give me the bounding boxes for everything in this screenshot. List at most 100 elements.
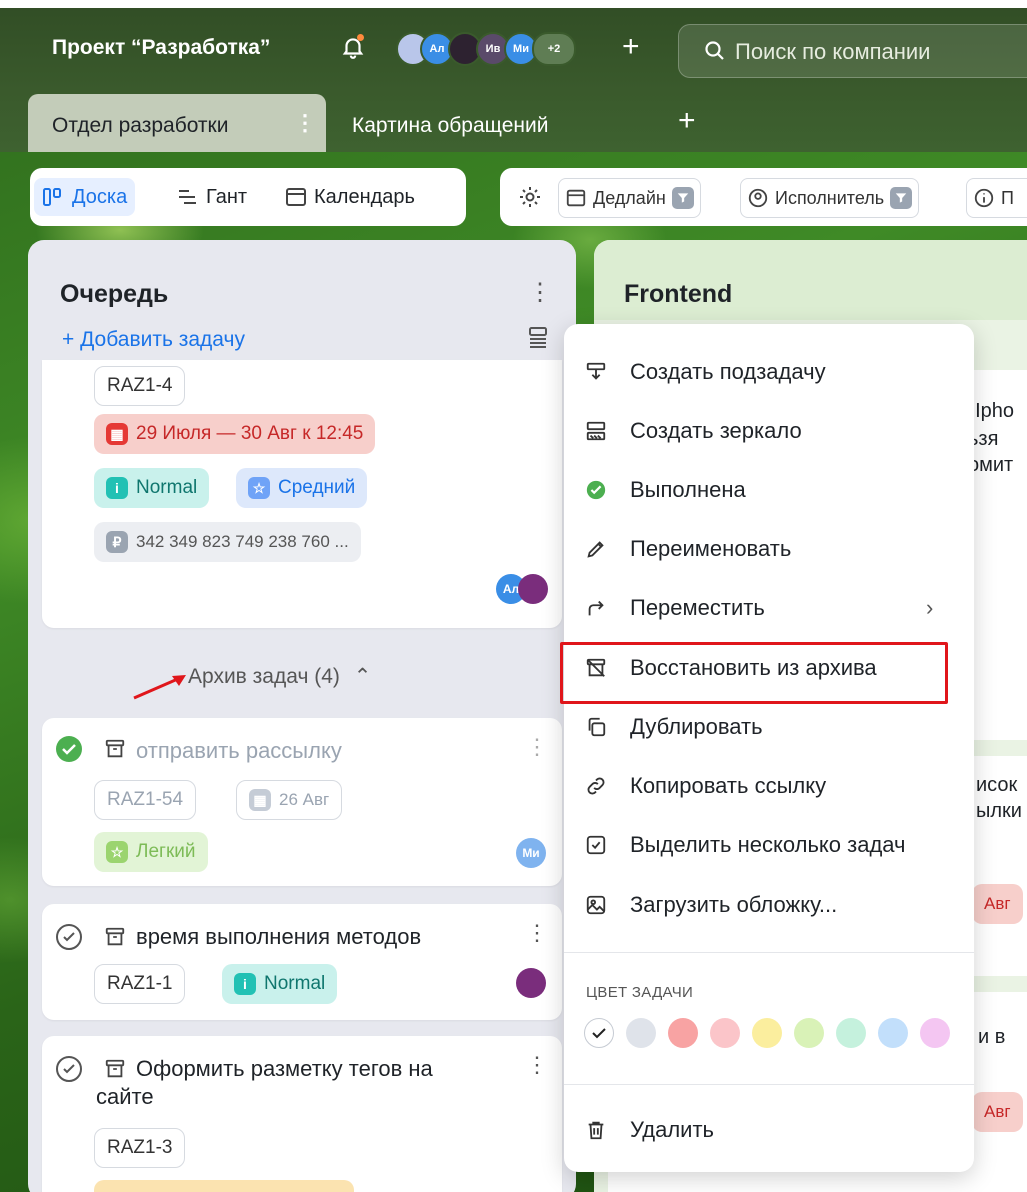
color-swatch-none[interactable] (584, 1018, 614, 1048)
assignee-filter[interactable]: Исполнитель (740, 178, 920, 218)
assignee-avatar[interactable] (516, 968, 546, 998)
menu-item-create-mirror[interactable]: Создать зеркало (564, 405, 974, 457)
tab-requests-overview[interactable]: Картина обращений (352, 114, 548, 138)
calendar-icon: ▦ (106, 423, 128, 445)
difficulty-badge: ☆ Средний (236, 468, 368, 508)
add-member-button[interactable]: + (622, 30, 640, 64)
menu-item-label: Создать подзадачу (630, 359, 826, 384)
view-gantt-label: Гант (206, 185, 248, 208)
task-text: исок (976, 774, 1018, 796)
task-color-title: ЦВЕТ ЗАДАЧИ (586, 984, 694, 1001)
color-swatch[interactable] (794, 1018, 824, 1048)
difficulty-text: Легкий (136, 841, 196, 862)
info-icon: i (234, 973, 256, 995)
page: Проект “Разработка” Ал Ив Ми +2 + Отдел … (0, 0, 1027, 1192)
project-title[interactable]: Проект “Разработка” (52, 36, 270, 60)
color-swatch[interactable] (878, 1018, 908, 1048)
archived-task-card[interactable]: отправить рассылку ⋮ RAZ1-54 ▦ 26 Авг ☆ … (42, 718, 562, 886)
menu-item-create-subtask[interactable]: Создать подзадачу (564, 346, 974, 398)
task-card[interactable]: RAZ1-4 ▦ 29 Июля — 30 Авг к 12:45 i Norm… (42, 360, 562, 628)
menu-item-mark-done[interactable]: Выполнена (564, 464, 974, 516)
chevron-right-icon: › (926, 595, 934, 620)
menu-item-upload-cover[interactable]: Загрузить обложку... (564, 879, 974, 931)
tab-dev-department[interactable]: Отдел разработки ⋮ (28, 94, 326, 152)
task-title[interactable]: отправить рассылку (136, 738, 342, 764)
task-title-line1[interactable]: Оформить разметку тегов на (136, 1056, 433, 1082)
task-menu-icon[interactable]: ⋮ (526, 920, 548, 946)
deadline-badge: ▦ 26 Авг (236, 780, 343, 820)
task-title[interactable]: время выполнения методов (136, 924, 421, 950)
archive-toggle[interactable]: Архив задач (4) ⌃ (188, 664, 371, 689)
top-bar: Проект “Разработка” Ал Ив Ми +2 + Отдел … (0, 0, 1027, 152)
link-icon (584, 774, 608, 798)
board-icon (43, 188, 61, 206)
menu-item-label: Переименовать (630, 536, 792, 561)
task-context-menu: Создать подзадачу Создать зеркало Выполн… (560, 324, 974, 1172)
check-circle-icon[interactable] (56, 1056, 82, 1082)
search-box[interactable] (678, 24, 1027, 78)
color-swatch[interactable] (626, 1018, 656, 1048)
color-swatch[interactable] (752, 1018, 782, 1048)
image-icon (584, 893, 608, 917)
archived-task-card[interactable]: Оформить разметку тегов на сайте ⋮ RAZ1-… (42, 1036, 562, 1192)
view-calendar-button[interactable]: Календарь (284, 178, 415, 216)
calendar-icon (566, 189, 586, 207)
task-text: омит (968, 454, 1014, 476)
priority-filter[interactable]: П (966, 178, 1027, 218)
color-swatch[interactable] (836, 1018, 866, 1048)
difficulty-badge: ☆ Легкий (94, 832, 208, 872)
column-menu-icon[interactable]: ⋮ (528, 278, 552, 307)
check-circle-icon (584, 478, 608, 502)
column-queue: Очередь ⋮ + Добавить задачу RAZ1-4 ▦ 29 … (28, 240, 576, 1192)
menu-item-copy-link[interactable]: Копировать ссылку (564, 760, 974, 812)
menu-item-label: Выделить несколько задач (630, 832, 906, 857)
menu-item-move[interactable]: Переместить › (564, 582, 974, 634)
deadline-badge (94, 1180, 354, 1192)
check-circle-icon[interactable] (56, 924, 82, 950)
archive-icon (105, 1059, 125, 1078)
menu-item-rename[interactable]: Переименовать (564, 523, 974, 575)
assignee-avatar[interactable] (518, 574, 548, 604)
tab-menu-icon[interactable]: ⋮ (294, 110, 316, 136)
view-board-label: Доска (72, 185, 128, 208)
menu-item-label: Дублировать (630, 714, 763, 739)
user-circle-icon (748, 188, 768, 208)
deadline-badge: Авг (972, 884, 1023, 924)
settings-icon[interactable] (518, 185, 542, 209)
task-menu-icon[interactable]: ⋮ (526, 734, 548, 760)
menu-divider (564, 952, 974, 953)
view-switcher: Доска Гант Календарь (30, 168, 466, 226)
priority-text: Normal (136, 477, 198, 498)
add-tab-button[interactable]: + (678, 104, 696, 138)
task-text: ылки (976, 800, 1022, 822)
star-icon: ☆ (248, 477, 270, 499)
duplicate-icon (584, 715, 608, 739)
more-members-badge[interactable]: +2 (532, 32, 576, 66)
menu-item-select-multiple[interactable]: Выделить несколько задач (564, 819, 974, 871)
deadline-text: 26 Авг (279, 790, 330, 809)
deadline-filter[interactable]: Дедлайн (558, 178, 701, 218)
archived-task-card[interactable]: время выполнения методов ⋮ RAZ1-1 i Norm… (42, 904, 562, 1020)
deadline-badge: ▦ 29 Июля — 30 Авг к 12:45 (94, 414, 376, 454)
menu-item-label: Копировать ссылку (630, 773, 827, 798)
task-title-line2[interactable]: сайте (96, 1084, 154, 1110)
column-title: Frontend (624, 280, 733, 308)
menu-item-duplicate[interactable]: Дублировать (564, 701, 974, 753)
color-swatch[interactable] (920, 1018, 950, 1048)
trash-icon (584, 1118, 608, 1142)
color-swatch[interactable] (668, 1018, 698, 1048)
assignee-avatar[interactable]: Ми (516, 838, 546, 868)
bell-icon[interactable] (340, 34, 366, 60)
priority-text: Normal (264, 973, 326, 994)
task-menu-icon[interactable]: ⋮ (526, 1052, 548, 1078)
annotation-highlight-box (560, 642, 948, 704)
search-input[interactable] (733, 35, 1017, 69)
menu-item-delete[interactable]: Удалить (564, 1104, 974, 1156)
add-task-button[interactable]: + Добавить задачу (62, 328, 245, 352)
done-check-icon[interactable] (56, 736, 82, 762)
view-board-button[interactable]: Доска (34, 178, 136, 216)
color-swatch[interactable] (710, 1018, 740, 1048)
view-gantt-button[interactable]: Гант (176, 178, 247, 216)
archive-toggle-label: Архив задач (4) (188, 665, 340, 688)
sort-icon[interactable] (528, 326, 548, 348)
